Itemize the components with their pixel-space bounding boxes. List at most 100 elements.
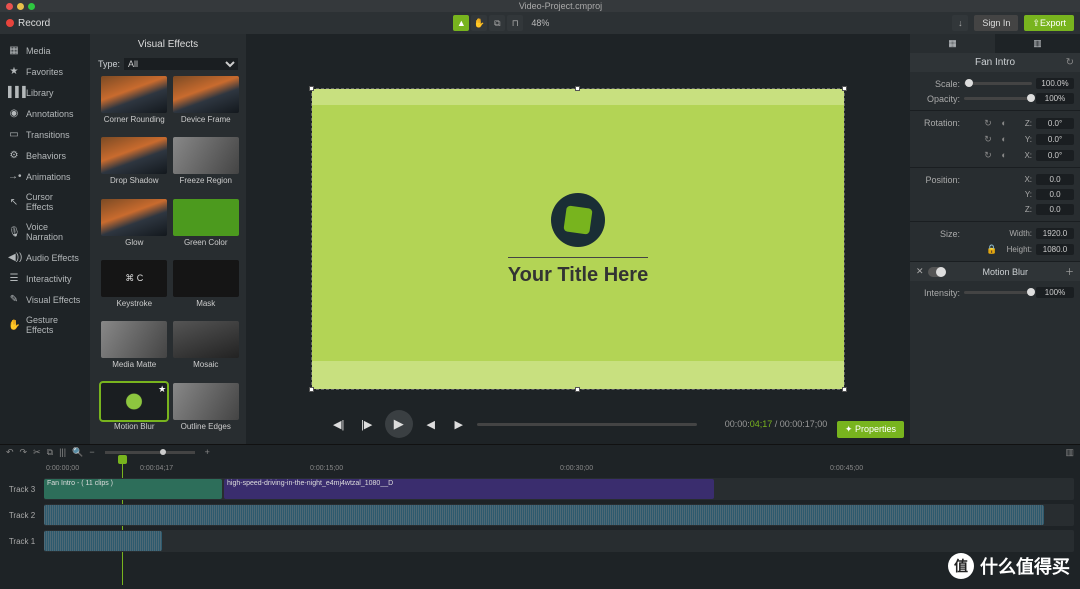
- remove-effect[interactable]: ✕: [916, 266, 924, 277]
- effects-type-select[interactable]: All: [124, 58, 238, 70]
- hand-tool[interactable]: ✋: [471, 15, 487, 31]
- resize-handle[interactable]: [309, 387, 314, 392]
- canvas-preview[interactable]: Your Title Here: [312, 89, 844, 389]
- next-frame-button[interactable]: |▶: [357, 414, 377, 434]
- properties-button[interactable]: ✦ Properties: [837, 421, 904, 438]
- position-z-value[interactable]: 0.0: [1036, 204, 1074, 215]
- effect-device-frame[interactable]: Device Frame: [172, 76, 241, 134]
- canvas-zoom[interactable]: 48%: [531, 18, 549, 28]
- clip[interactable]: Fan Intro - ( 11 clips ): [44, 479, 222, 499]
- download-icon[interactable]: ↓: [952, 15, 968, 31]
- preview-logo: [551, 193, 605, 247]
- prev-frame-button[interactable]: ◀|: [329, 414, 349, 434]
- undo-icon[interactable]: ↶: [6, 447, 14, 458]
- effect-green-color[interactable]: Green Color: [172, 199, 241, 257]
- resize-handle[interactable]: [842, 387, 847, 392]
- close-icon[interactable]: [6, 3, 13, 10]
- effect-motion-blur[interactable]: ★Motion Blur: [100, 383, 169, 441]
- tab-visual[interactable]: ▦: [910, 34, 995, 53]
- play-button[interactable]: ▶: [385, 410, 413, 438]
- intensity-slider[interactable]: [964, 291, 1032, 294]
- rotation-x-value[interactable]: 0.0°: [1036, 150, 1074, 161]
- sidebar-item-interactivity[interactable]: ☰Interactivity: [0, 268, 90, 289]
- magnet-tool[interactable]: ⊓: [507, 15, 523, 31]
- track-lane[interactable]: Fan Intro - ( 11 clips )high-speed-drivi…: [44, 478, 1074, 500]
- effect-corner-rounding[interactable]: Corner Rounding: [100, 76, 169, 134]
- sidebar-item-animations[interactable]: →•Animations: [0, 166, 90, 187]
- resize-handle[interactable]: [842, 86, 847, 91]
- size-height-value[interactable]: 1080.0: [1036, 244, 1074, 255]
- step-back-button[interactable]: ◀: [421, 414, 441, 434]
- minimize-icon[interactable]: [17, 3, 24, 10]
- timeline-zoom-slider[interactable]: [105, 451, 195, 454]
- tab-audio[interactable]: ▥: [995, 34, 1080, 53]
- rotate-icon[interactable]: ↻: [982, 133, 994, 145]
- add-effect[interactable]: ＋: [1065, 265, 1074, 278]
- sidebar-item-voice-narration[interactable]: 🎙Voice Narration: [0, 217, 90, 247]
- rotation-z-value[interactable]: 0.0°: [1036, 118, 1074, 129]
- effect-mask[interactable]: Mask: [172, 260, 241, 318]
- resize-handle[interactable]: [309, 86, 314, 91]
- effect-drop-shadow[interactable]: Drop Shadow: [100, 137, 169, 195]
- sidebar-item-audio-effects[interactable]: ◀))Audio Effects: [0, 247, 90, 268]
- sidebar-icon: ▌▌▌: [8, 87, 20, 98]
- opacity-value[interactable]: 100%: [1036, 93, 1074, 104]
- sidebar-icon: ↖: [8, 197, 20, 208]
- clip[interactable]: high-speed-driving-in-the-night_e4mj4wtz…: [224, 479, 714, 499]
- sidebar-icon: ✎: [8, 294, 20, 305]
- sidebar-item-media[interactable]: ▦Media: [0, 40, 90, 61]
- sidebar-item-cursor-effects[interactable]: ↖Cursor Effects: [0, 187, 90, 217]
- effects-panel-title: Visual Effects: [90, 34, 246, 55]
- effect-keystroke[interactable]: ⌘ CKeystroke: [100, 260, 169, 318]
- rotate-icon[interactable]: ↻: [982, 117, 994, 129]
- effect-freeze-region[interactable]: Freeze Region: [172, 137, 241, 195]
- track-lane[interactable]: [44, 530, 1074, 552]
- sidebar-item-library[interactable]: ▌▌▌Library: [0, 82, 90, 103]
- time-ruler[interactable]: 0:00:00;000:00:04;170:00:15;000:00:30;00…: [0, 465, 1080, 475]
- copy-icon[interactable]: ⧉: [47, 447, 53, 458]
- signin-button[interactable]: Sign In: [974, 15, 1018, 31]
- maximize-icon[interactable]: [28, 3, 35, 10]
- timeline-menu-icon[interactable]: ▥: [1065, 447, 1074, 458]
- position-y-value[interactable]: 0.0: [1036, 189, 1074, 200]
- crop-tool[interactable]: ⧉: [489, 15, 505, 31]
- rotate-icon[interactable]: ↻: [982, 149, 994, 161]
- motion-blur-toggle[interactable]: [928, 267, 946, 277]
- reset-icon[interactable]: ↻: [1066, 57, 1074, 68]
- clip[interactable]: [44, 505, 1044, 525]
- sidebar-item-transitions[interactable]: ▭Transitions: [0, 124, 90, 145]
- opacity-slider[interactable]: [964, 97, 1032, 100]
- split-icon[interactable]: |||: [59, 447, 66, 457]
- export-button[interactable]: ⇪ Export: [1024, 15, 1074, 31]
- resize-handle[interactable]: [575, 387, 580, 392]
- size-width-value[interactable]: 1920.0: [1036, 228, 1074, 239]
- zoom-in[interactable]: +: [205, 447, 210, 457]
- sidebar-item-visual-effects[interactable]: ✎Visual Effects: [0, 289, 90, 310]
- pointer-tool[interactable]: ▲: [453, 15, 469, 31]
- lock-icon[interactable]: 🔒: [986, 243, 998, 255]
- scrubber[interactable]: [477, 423, 697, 426]
- rotation-y-value[interactable]: 0.0°: [1036, 134, 1074, 145]
- sidebar-item-gesture-effects[interactable]: ✋Gesture Effects: [0, 310, 90, 340]
- window-controls[interactable]: [0, 3, 41, 10]
- effect-mosaic[interactable]: Mosaic: [172, 321, 241, 379]
- position-x-value[interactable]: 0.0: [1036, 174, 1074, 185]
- redo-icon[interactable]: ↷: [20, 447, 28, 458]
- intensity-value[interactable]: 100%: [1036, 287, 1074, 298]
- zoom-out[interactable]: −: [89, 447, 94, 457]
- effect-media-matte[interactable]: Media Matte: [100, 321, 169, 379]
- sidebar-item-favorites[interactable]: ★Favorites: [0, 61, 90, 82]
- resize-handle[interactable]: [575, 86, 580, 91]
- rot-knob[interactable]: ◐: [998, 117, 1010, 129]
- sidebar-item-behaviors[interactable]: ⚙Behaviors: [0, 145, 90, 166]
- effect-outline-edges[interactable]: Outline Edges: [172, 383, 241, 441]
- cut-icon[interactable]: ✂: [33, 447, 41, 458]
- scale-slider[interactable]: [964, 82, 1032, 85]
- scale-value[interactable]: 100.0%: [1036, 78, 1074, 89]
- step-forward-button[interactable]: ▶: [449, 414, 469, 434]
- record-button[interactable]: Record: [6, 18, 50, 29]
- sidebar-item-annotations[interactable]: ◉Annotations: [0, 103, 90, 124]
- clip[interactable]: [44, 531, 162, 551]
- track-lane[interactable]: [44, 504, 1074, 526]
- effect-glow[interactable]: Glow: [100, 199, 169, 257]
